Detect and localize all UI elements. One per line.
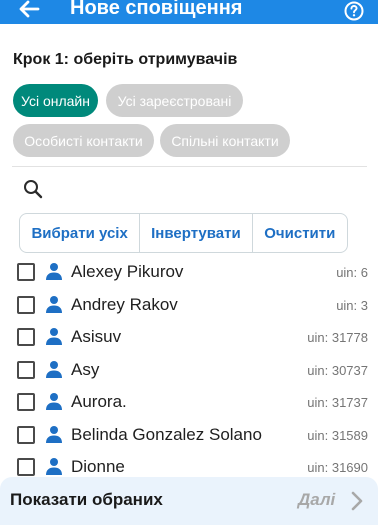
checkbox[interactable] — [17, 393, 35, 411]
person-icon — [45, 262, 63, 280]
selection-actions: Вибрати усіх Інвертувати Очистити — [19, 213, 348, 253]
checkbox[interactable] — [17, 426, 35, 444]
recipient-row[interactable]: Asisuv uin: 31778 — [0, 321, 378, 353]
filter-chip-all-online[interactable]: Усі онлайн — [13, 84, 98, 117]
filter-chip-all-registered[interactable]: Усі зареєстровані — [106, 84, 243, 117]
recipient-uin: uin: 6 — [336, 265, 368, 280]
checkbox[interactable] — [17, 361, 35, 379]
step-heading: Крок 1: оберіть отримувачів — [13, 51, 238, 68]
select-all-button[interactable]: Вибрати усіх — [20, 214, 139, 252]
bottom-bar: Показати обраних Далі — [0, 477, 378, 525]
next-button[interactable]: Далі — [298, 490, 335, 510]
clear-button[interactable]: Очистити — [251, 214, 347, 252]
recipient-name: Dionne — [71, 457, 125, 476]
filter-chip-label: Спільні контакти — [171, 132, 279, 149]
recipient-uin: uin: 3 — [336, 298, 368, 313]
recipient-uin: uin: 30737 — [307, 363, 368, 378]
recipient-row[interactable]: Alexey Pikurov uin: 6 — [0, 256, 378, 288]
recipient-name: Belinda Gonzalez Solano — [71, 425, 262, 444]
recipient-uin: uin: 31690 — [307, 460, 368, 475]
page-title: Нове сповіщення — [70, 0, 243, 19]
checkbox[interactable] — [17, 263, 35, 281]
recipient-name: Alexey Pikurov — [71, 262, 184, 281]
filter-chip-label: Усі зареєстровані — [117, 92, 232, 109]
person-icon — [45, 360, 63, 378]
arrow-back-icon[interactable] — [14, 0, 44, 24]
show-selected-button[interactable]: Показати обраних — [10, 490, 163, 510]
recipient-row[interactable]: Belinda Gonzalez Solano uin: 31589 — [0, 419, 378, 451]
person-icon — [45, 457, 63, 475]
checkbox[interactable] — [17, 296, 35, 314]
person-icon — [45, 425, 63, 443]
filter-chip-label: Особисті контакти — [24, 132, 143, 149]
recipient-name: Andrey Rakov — [71, 295, 178, 314]
recipient-row[interactable]: Andrey Rakov uin: 3 — [0, 289, 378, 321]
invert-button[interactable]: Інвертувати — [139, 214, 251, 252]
checkbox[interactable] — [17, 458, 35, 476]
recipient-name: Asisuv — [71, 327, 122, 346]
filter-chip-shared-contacts[interactable]: Спільні контакти — [160, 124, 290, 157]
filter-chip-label: Усі онлайн — [21, 92, 90, 109]
filter-chip-personal-contacts[interactable]: Особисті контакти — [13, 124, 154, 157]
search-icon[interactable] — [22, 178, 44, 200]
person-icon — [45, 392, 63, 410]
recipient-uin: uin: 31778 — [307, 330, 368, 345]
chevron-right-icon[interactable] — [348, 490, 366, 512]
recipient-row[interactable]: Asy uin: 30737 — [0, 354, 378, 386]
recipient-uin: uin: 31589 — [307, 428, 368, 443]
checkbox[interactable] — [17, 328, 35, 346]
person-icon — [45, 327, 63, 345]
help-circle-icon[interactable] — [344, 1, 364, 21]
recipient-name: Asy — [71, 360, 100, 379]
app-bar: Нове сповіщення — [0, 0, 378, 24]
person-icon — [45, 295, 63, 313]
recipient-row[interactable]: Aurora. uin: 31737 — [0, 386, 378, 418]
recipient-name: Aurora. — [71, 392, 127, 411]
divider — [12, 166, 367, 167]
recipient-uin: uin: 31737 — [307, 395, 368, 410]
